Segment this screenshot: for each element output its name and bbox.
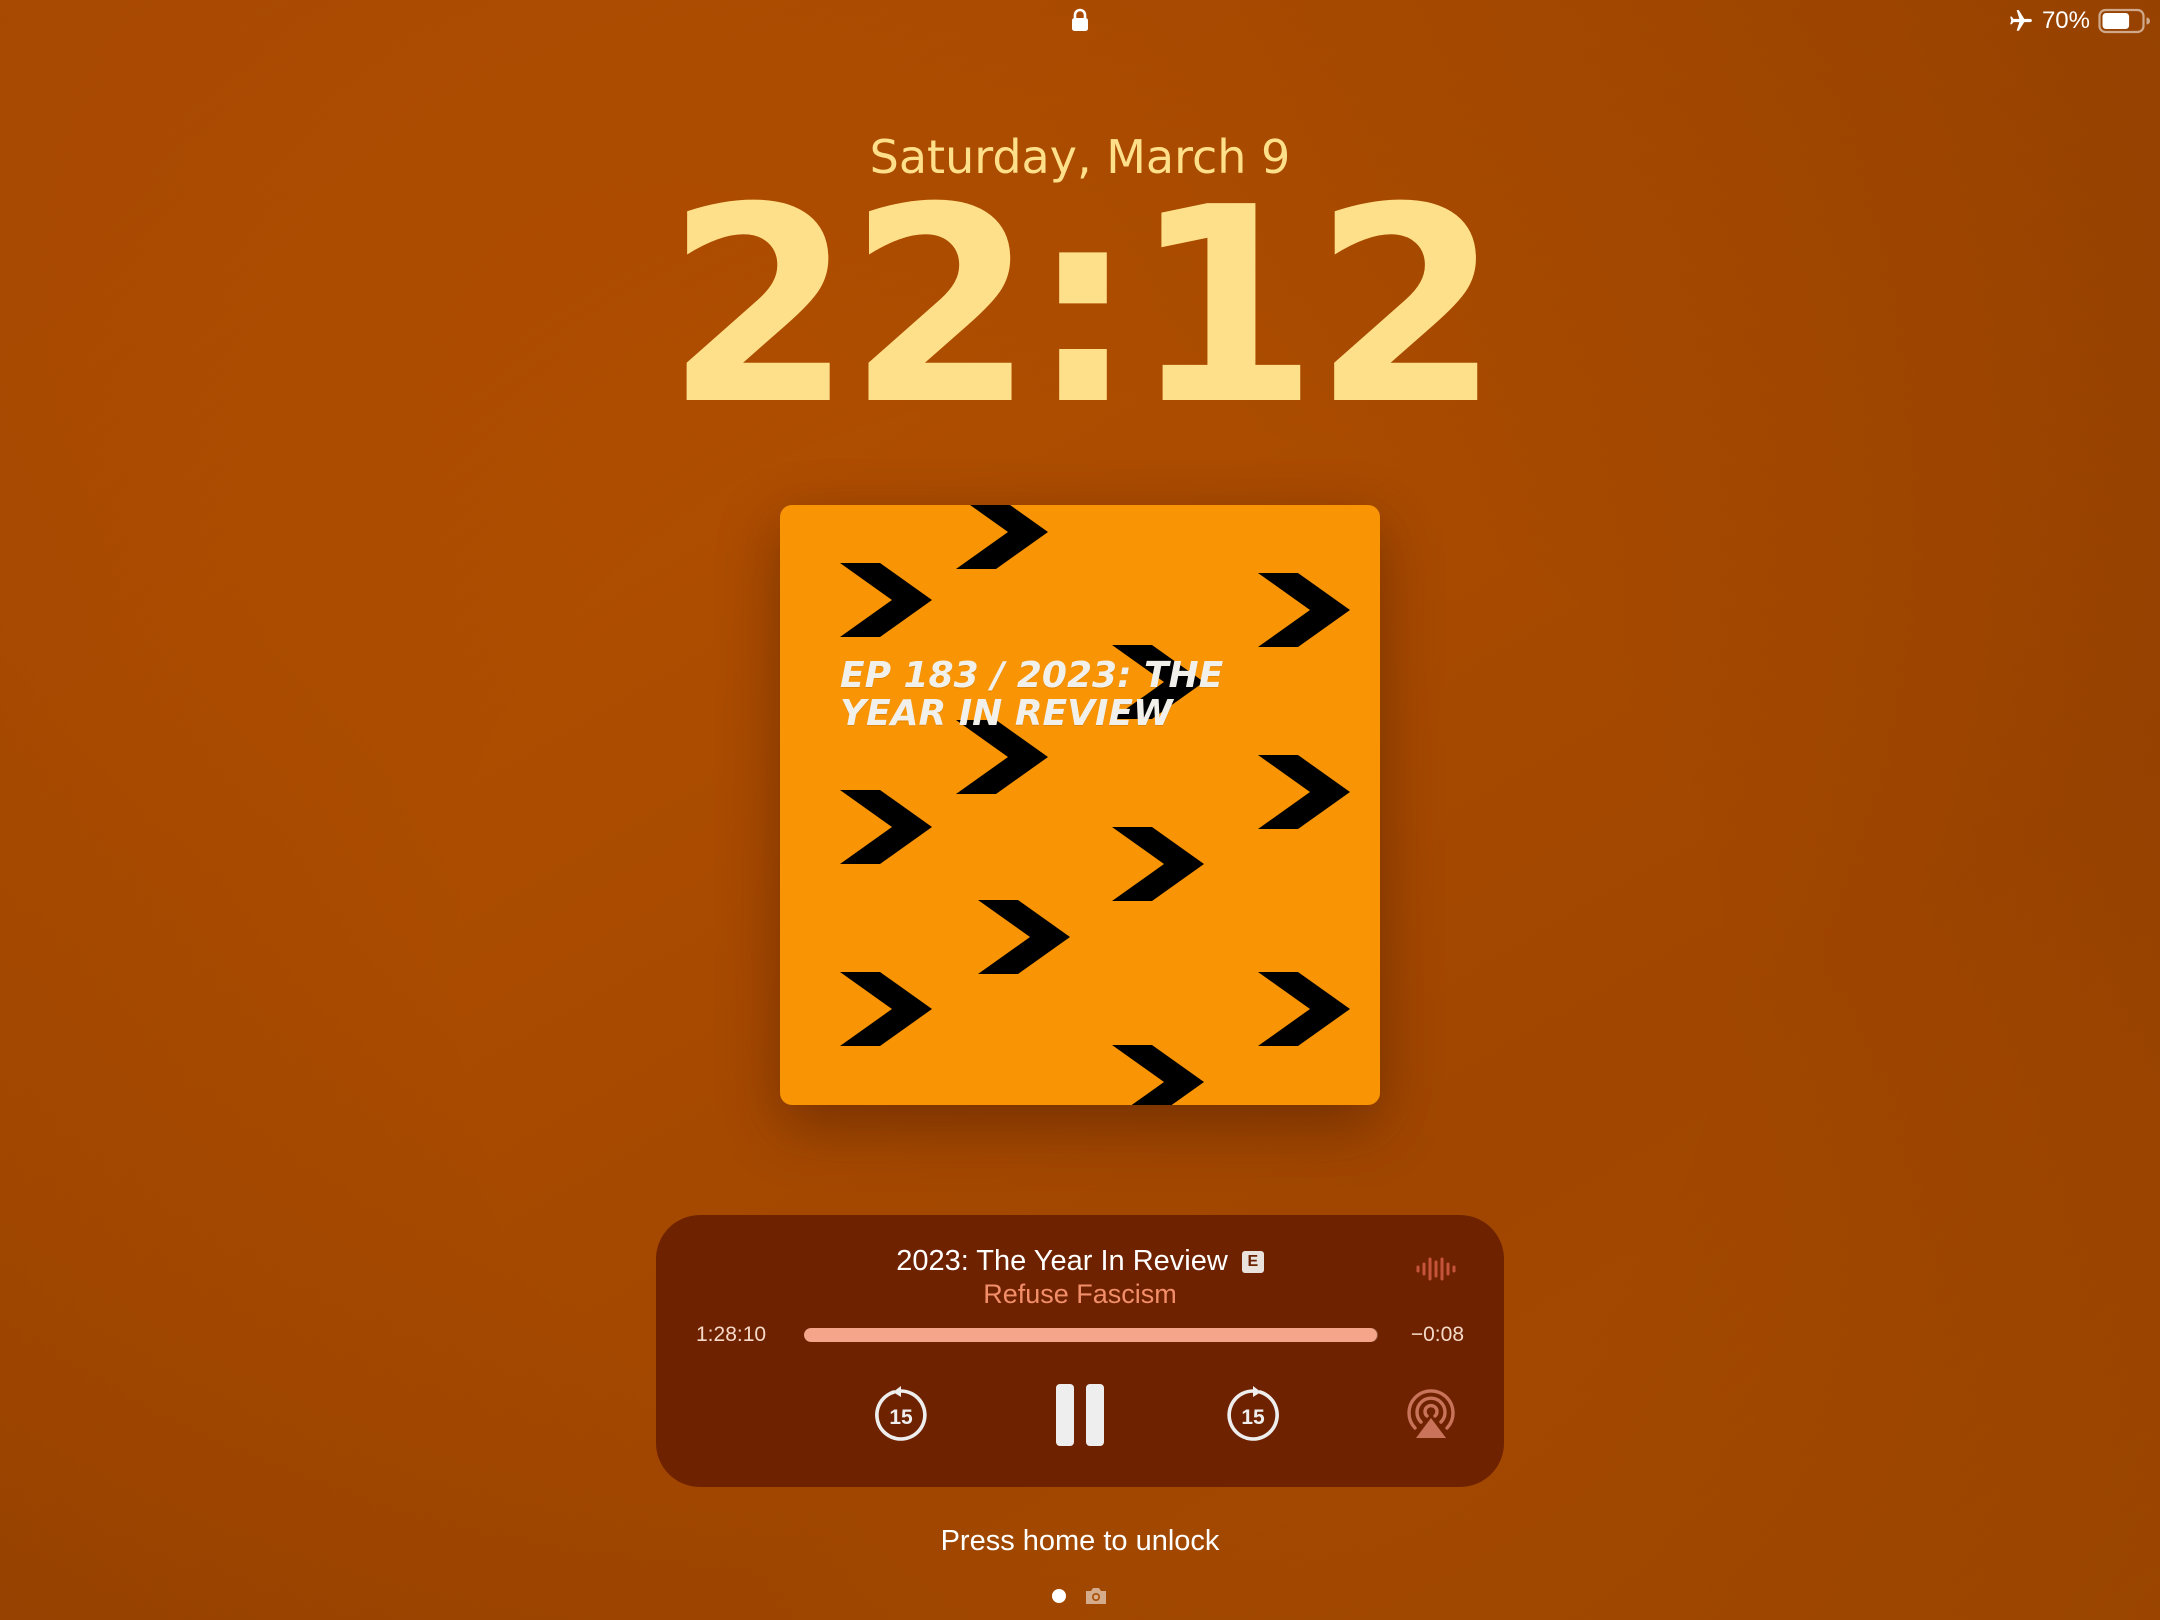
waveform-icon: [1414, 1255, 1458, 1283]
skip-forward-15-button[interactable]: 15: [1224, 1386, 1282, 1444]
battery-percent: 70%: [2041, 7, 2090, 34]
remaining-time: −0:08: [1410, 1323, 1464, 1346]
progress-scrubber[interactable]: [804, 1328, 1378, 1342]
track-artist: Refuse Fascism: [983, 1279, 1177, 1309]
elapsed-time: 1:28:10: [696, 1323, 767, 1346]
lock-icon: [1070, 8, 1090, 32]
page-indicator: [0, 1586, 2160, 1606]
track-title-row: 2023: The Year In Review E: [656, 1245, 1504, 1278]
playback-controls: 15 15: [656, 1380, 1504, 1460]
now-playing-widget[interactable]: 2023: The Year In Review E Refuse Fascis…: [656, 1215, 1504, 1487]
explicit-badge: E: [1241, 1250, 1264, 1273]
track-title: 2023: The Year In Review: [896, 1245, 1228, 1277]
podcast-artwork: EP 183 / 2023: THE YEAR IN REVIEW: [780, 505, 1380, 1105]
progress-fill: [804, 1328, 1377, 1342]
lock-screen-clock: 22:12: [665, 149, 1500, 464]
page-dot-current: [1052, 1589, 1066, 1603]
camera-icon[interactable]: [1084, 1586, 1108, 1606]
battery-icon: [2098, 8, 2150, 34]
skip-forward-seconds: 15: [1241, 1406, 1265, 1429]
pause-button[interactable]: [1051, 1380, 1109, 1450]
status-bar-right: 70%: [2008, 4, 2150, 38]
chevron-pattern: [840, 505, 1350, 1105]
skip-back-seconds: 15: [889, 1406, 913, 1429]
artwork-title: EP 183 / 2023: THE YEAR IN REVIEW: [840, 655, 1224, 734]
airplay-button[interactable]: [1401, 1384, 1461, 1444]
skip-forward-icon: 15: [1227, 1386, 1279, 1441]
unlock-hint: Press home to unlock: [940, 1525, 1220, 1557]
skip-back-15-button[interactable]: 15: [872, 1386, 930, 1444]
pause-icon: [1056, 1384, 1104, 1446]
skip-back-icon: 15: [875, 1386, 927, 1441]
airplay-icon: [1407, 1389, 1455, 1438]
airplane-icon: [2008, 8, 2034, 34]
